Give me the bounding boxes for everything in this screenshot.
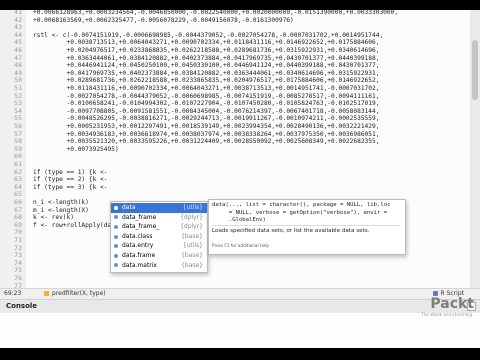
code-text: -0.0048526295,-0.0038816271,-0.002924471… [33, 115, 380, 123]
function-icon [44, 291, 49, 296]
code-text: k <- rev(k) [33, 214, 74, 222]
data-object-icon [114, 234, 118, 239]
code-text: rstl <- c(-0.0074151919,-0.0006698985,-0… [33, 31, 384, 39]
autocomplete-item-package: {utils} [182, 242, 203, 250]
code-text: +0.0289681736,+0.0262218588,+0.023386583… [33, 77, 380, 85]
data-object-icon [114, 253, 118, 258]
code-text: +0.0417969735,+0.0402373884,+0.038412088… [33, 69, 380, 77]
code-line: 55 -0.0048526295,-0.0038816271,-0.002924… [0, 115, 470, 123]
code-text: +0.0005231953,+0.0012297491,+0.001853914… [33, 123, 380, 130]
code-line: 48 +0.0446941124,+0.0450250100,+0.045033… [0, 62, 470, 70]
code-line: 42 +0.0068163569,+0.0062325477,-0.0056078… [0, 16, 470, 25]
code-line: 76 [0, 274, 470, 283]
code-line: 65 [0, 191, 470, 199]
code-text: +0.0035521320,+0.0033595226,+0.003122440… [33, 138, 380, 146]
autocomplete-item-name: data [122, 204, 136, 211]
function-context-label: predfilter(X, type) [52, 290, 106, 297]
autocomplete-item[interactable]: data.entry {utils} [111, 241, 207, 251]
code-line: 58 +0.0035521320,+0.0033595226,+0.003122… [0, 138, 470, 146]
code-text: +0.0446941124,+0.0450250100,+0.045033010… [33, 62, 380, 70]
code-line: 46 +0.0204976517,+0.0233868835,+0.026221… [0, 46, 470, 55]
autocomplete-item-package: {base} [181, 252, 203, 259]
autocomplete-item-name: data_frame_ [122, 223, 160, 231]
code-line: 56 +0.0005231953,+0.0012297491,+0.001853… [0, 122, 470, 131]
packt-logo: Packt [430, 296, 474, 312]
autocomplete-item-name: data.frame [122, 252, 156, 259]
autocomplete-item-package: {base} [181, 232, 203, 240]
autocomplete-item-package: {dplyr} [180, 213, 203, 221]
function-context[interactable]: predfilter(X, type) [44, 289, 106, 299]
code-text: +0.0038713513,+0.0064043271,+0.009070233… [33, 39, 380, 47]
autocomplete-item-name: data.class [122, 232, 153, 240]
autocomplete-item-name: data.matrix [122, 261, 157, 269]
data-object-icon [114, 224, 118, 229]
code-line: 64 if (type == 3) {k <- [0, 183, 470, 192]
code-text: +0.0118431116,+0.0090702334,+0.006404327… [33, 85, 380, 92]
code-line: 75 [0, 267, 470, 275]
code-line: 49 +0.0417969735,+0.0402373884,+0.038412… [0, 69, 470, 78]
code-text: +0.0363444061,+0.0384120882,+0.040237388… [33, 54, 380, 62]
data-object-icon [114, 263, 118, 268]
editor-status-bar: 69:23 predfilter(X, type) R Script [0, 288, 480, 299]
autocomplete-item[interactable]: data_frame {dplyr} [111, 213, 207, 223]
autocomplete-item[interactable]: data.class {base} [111, 232, 207, 242]
code-line: 57 +0.0034936183,+0.0036618974,+0.003803… [0, 130, 470, 139]
code-text: if (type == 1) {k <- [33, 168, 108, 176]
help-hint: Press F1 for additional help [212, 243, 270, 248]
code-text: +0.0204976517,+0.0233868835,+0.026221858… [33, 47, 380, 54]
code-text: m_i <-length(X) [33, 206, 89, 214]
code-line: 50 +0.0289681736,+0.0262218588,+0.023386… [0, 77, 470, 85]
help-divider [212, 225, 400, 226]
code-text: if (type == 3) {k <- [33, 183, 108, 191]
autocomplete-list[interactable]: data {utils} data_frame {dplyr} data_frame_ {… [110, 201, 208, 273]
code-text: +0.0034936183,+0.0036618974,+0.003803797… [33, 130, 380, 138]
code-line: 63 if (type == 2) {k <- [0, 176, 470, 184]
code-text: -0.0100658241,-0.0104994302,-0.010722790… [33, 100, 380, 108]
code-line: 61 [0, 160, 470, 169]
code-line: 59 +0.0073925495) [0, 145, 470, 154]
autocomplete-item-package: {utils} [182, 204, 203, 211]
autocomplete-item[interactable]: data.matrix {base} [111, 261, 207, 271]
editor-scrollbar-thumb[interactable] [472, 40, 478, 100]
code-text: if (type == 2) {k <- [33, 176, 108, 184]
code-text: +0.0066128963,+0.0003234564,-0.004685000… [33, 10, 399, 16]
code-text: f <- row+rollApply(data [33, 221, 119, 229]
code-text: n_i <-length(k) [33, 199, 89, 206]
help-signature: data(..., list = character(), package = … [212, 202, 391, 223]
autocomplete-item[interactable]: data_frame_ {dplyr} [111, 222, 207, 232]
data-object-icon [114, 215, 118, 220]
packt-tagline: The ebook and eLearning [421, 312, 472, 317]
autocomplete-item[interactable]: data {utils} [111, 203, 207, 213]
autocomplete-item-package: {base} [181, 261, 203, 269]
code-line: 62 if (type == 1) {k <- [0, 168, 470, 177]
data-object-icon [114, 244, 118, 249]
console-header: Console [0, 299, 480, 313]
code-line: 41 +0.0066128963,+0.0003234564,-0.0046850… [0, 10, 470, 17]
code-line: 45 +0.0038713513,+0.0064043271,+0.009070… [0, 39, 470, 47]
data-object-icon [114, 205, 118, 210]
code-text: -0.0097708805,-0.0091581551,-0.008434500… [33, 107, 380, 115]
help-description: Loads specified data sets, or list the a… [212, 228, 370, 234]
code-line: 52 -0.0027054278,-0.0044379052,-0.006069… [0, 92, 470, 101]
code-text: +0.0073925495) [33, 145, 119, 153]
code-line: 74 [0, 259, 470, 268]
autocomplete-item[interactable]: data.frame {base} [111, 251, 207, 261]
code-line: 60 [0, 153, 470, 161]
autocomplete-item-package: {dplyr} [180, 223, 203, 231]
autocomplete-help-popup: data(..., list = character(), package = … [208, 199, 406, 255]
code-text: +0.0068163569,+0.0062325477,-0.005607822… [33, 16, 294, 24]
code-line: 54 -0.0097708805,-0.0091581551,-0.008434… [0, 107, 470, 116]
console-title: Console [6, 302, 38, 310]
autocomplete-item-name: data_frame [122, 213, 157, 221]
console-pane[interactable] [0, 313, 480, 348]
code-line: 51 +0.0118431116,+0.0090702334,+0.006404… [0, 84, 470, 93]
autocomplete-item-name: data.entry [122, 242, 154, 250]
code-line: 44 rstl <- c(-0.0074151919,-0.0006698985,… [0, 31, 470, 40]
code-line: 53 -0.0100658241,-0.0104994302,-0.010722… [0, 100, 470, 108]
cursor-position: 69:23 [4, 290, 22, 297]
code-text: -0.0027054278,-0.0044379052,-0.006069898… [33, 92, 380, 100]
code-line: 43 [0, 24, 470, 32]
code-line: 47 +0.0363444061,+0.0384120882,+0.040237… [0, 54, 470, 63]
